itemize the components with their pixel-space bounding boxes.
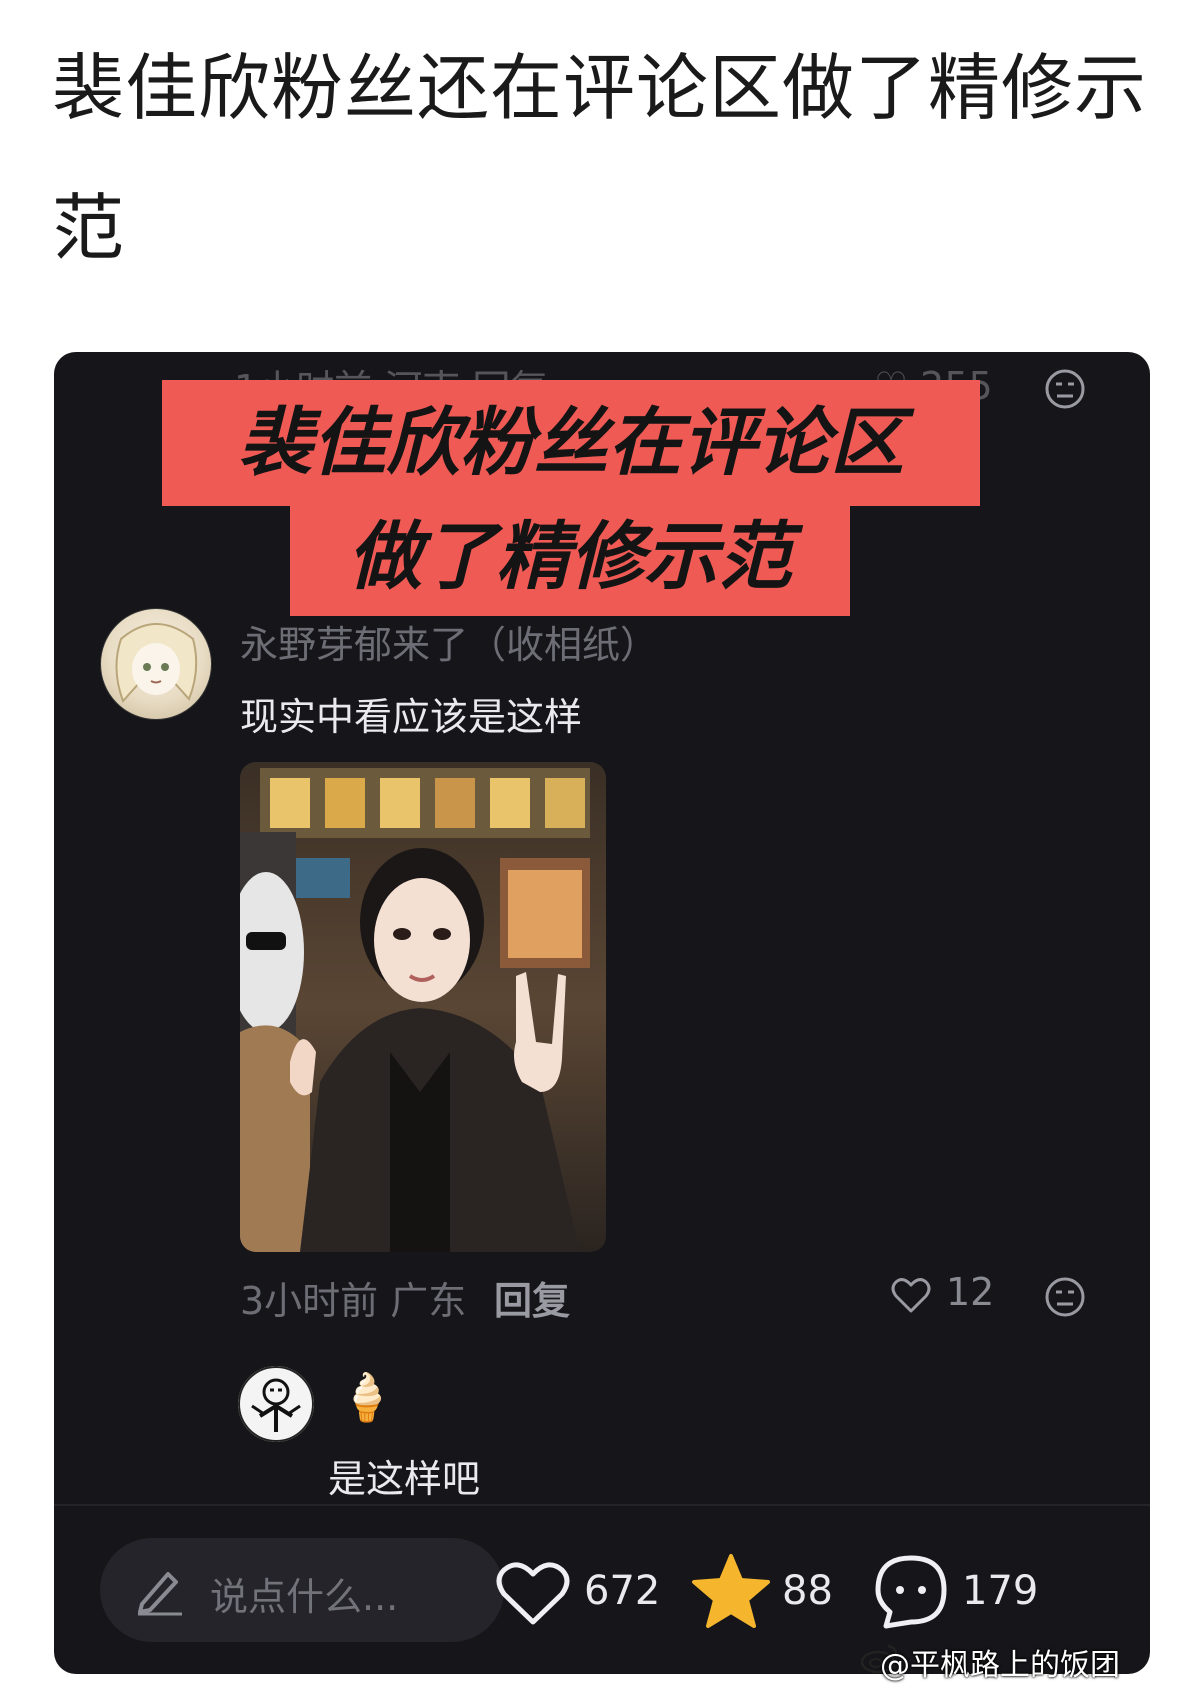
comment-photo[interactable] — [240, 762, 606, 1252]
anime-avatar-icon — [115, 623, 198, 703]
comment-time-location: 3小时前 广东 — [240, 1279, 467, 1323]
comment-input[interactable]: 说点什么... — [100, 1538, 504, 1642]
comment-count: 179 — [962, 1568, 1039, 1614]
doodle-avatar-icon — [238, 1366, 314, 1442]
ice-cream-icon: 🍦 — [338, 1370, 396, 1424]
pencil-icon — [138, 1572, 182, 1616]
like-count: 672 — [584, 1568, 661, 1614]
dislike-face-icon[interactable] — [1044, 1276, 1086, 1318]
sub-comment-text: 是这样吧 — [328, 1457, 481, 1501]
divider — [54, 1504, 1150, 1506]
sub-comment-avatar[interactable] — [238, 1366, 314, 1442]
dislike-face-icon[interactable] — [1044, 368, 1086, 410]
comment-like-count: 12 — [946, 1270, 995, 1314]
star-icon[interactable] — [690, 1552, 772, 1630]
avatar[interactable] — [100, 608, 212, 720]
comment-bubble-icon[interactable] — [872, 1552, 950, 1630]
favorite-count: 88 — [782, 1568, 833, 1614]
overlay-banner-line1: 裴佳欣粉丝在评论区 — [162, 380, 980, 506]
heart-icon[interactable] — [890, 1274, 932, 1316]
watermark: @平枫路上的饭团 — [880, 1648, 1120, 1683]
post-title: 裴佳欣粉丝还在评论区做了精修示范 — [52, 46, 1148, 270]
like-heart-icon[interactable] — [494, 1558, 572, 1628]
comment-input-placeholder: 说点什么... — [210, 1575, 399, 1619]
overlay-banner-line2: 做了精修示范 — [290, 498, 850, 616]
photo-image — [240, 762, 606, 1252]
screenshot-card: 1小时前 河南 回复 ♡ 255 裴佳欣粉丝在评论区 做了精修示范 永野芽郁来了… — [54, 352, 1150, 1674]
reply-button[interactable]: 回复 — [494, 1270, 570, 1325]
comment-username[interactable]: 永野芽郁来了（收相纸） — [240, 614, 658, 669]
comment-text: 现实中看应该是这样 — [240, 695, 583, 739]
